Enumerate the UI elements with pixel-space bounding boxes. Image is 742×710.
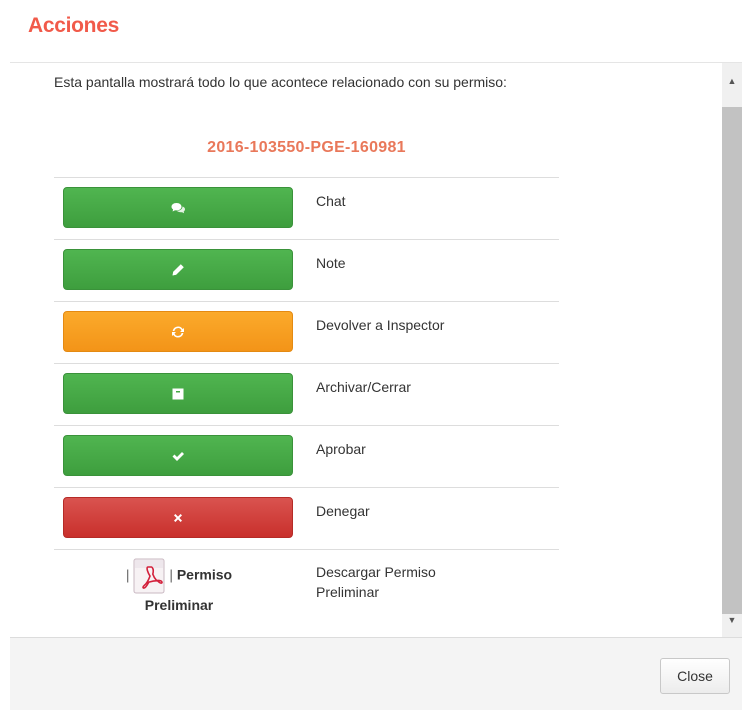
action-label: Aprobar <box>304 425 559 488</box>
scroll-content: Esta pantalla mostrará todo lo que acont… <box>10 63 722 637</box>
comments-icon <box>171 202 185 213</box>
action-label: Devolver a Inspector <box>304 301 559 364</box>
archive-close-button[interactable] <box>63 373 293 414</box>
scroll-down-arrow-icon[interactable]: ▼ <box>722 610 742 630</box>
modal-body: Esta pantalla mostrará todo lo que acont… <box>10 62 742 637</box>
action-row-chat: Chat <box>54 177 559 240</box>
action-row-note: Note <box>54 239 559 302</box>
deny-button[interactable] <box>63 497 293 538</box>
check-icon <box>172 451 184 461</box>
action-row-approve: Aprobar <box>54 425 559 488</box>
action-row-return: Devolver a Inspector <box>54 301 559 364</box>
modal-footer: Close <box>10 637 742 710</box>
note-button[interactable] <box>63 249 293 290</box>
approve-button[interactable] <box>63 435 293 476</box>
separator: | <box>169 566 173 583</box>
action-label: Denegar <box>304 487 559 550</box>
close-button[interactable]: Close <box>660 658 730 694</box>
refresh-icon <box>172 325 184 338</box>
separator: | <box>125 566 130 583</box>
download-permit-link[interactable]: | | Permiso Preliminar <box>54 558 304 616</box>
action-label: Note <box>304 239 559 302</box>
intro-text: Esta pantalla mostrará todo lo que acont… <box>54 74 507 90</box>
action-row-archive: Archivar/Cerrar <box>54 363 559 426</box>
action-label: Archivar/Cerrar <box>304 363 559 426</box>
download-label: Descargar Permiso Preliminar <box>316 564 436 600</box>
scroll-up-arrow-icon[interactable]: ▲ <box>722 71 742 91</box>
pencil-icon <box>172 263 184 275</box>
actions-table: Chat Note Devolver a Inspector Archivar/… <box>54 177 559 628</box>
action-label: Descargar Permiso Preliminar <box>304 549 559 628</box>
permit-id: 2016-103550-PGE-160981 <box>207 139 406 156</box>
action-row-download: | | Permiso Preliminar Descargar Permiso… <box>54 549 559 628</box>
action-row-deny: Denegar <box>54 487 559 550</box>
return-to-inspector-button[interactable] <box>63 311 293 352</box>
scrollbar-thumb[interactable] <box>722 107 742 614</box>
actions-modal: Acciones Esta pantalla mostrará todo lo … <box>0 0 742 710</box>
times-icon <box>174 513 182 522</box>
pdf-icon <box>133 558 165 594</box>
download-link-text-1: Permiso <box>176 566 233 583</box>
vertical-scrollbar[interactable]: ▲ ▼ <box>722 63 742 637</box>
archive-icon <box>172 388 184 399</box>
modal-title: Acciones <box>28 14 119 37</box>
action-label: Chat <box>304 177 559 240</box>
download-link-text-2: Preliminar <box>144 597 214 613</box>
chat-button[interactable] <box>63 187 293 228</box>
